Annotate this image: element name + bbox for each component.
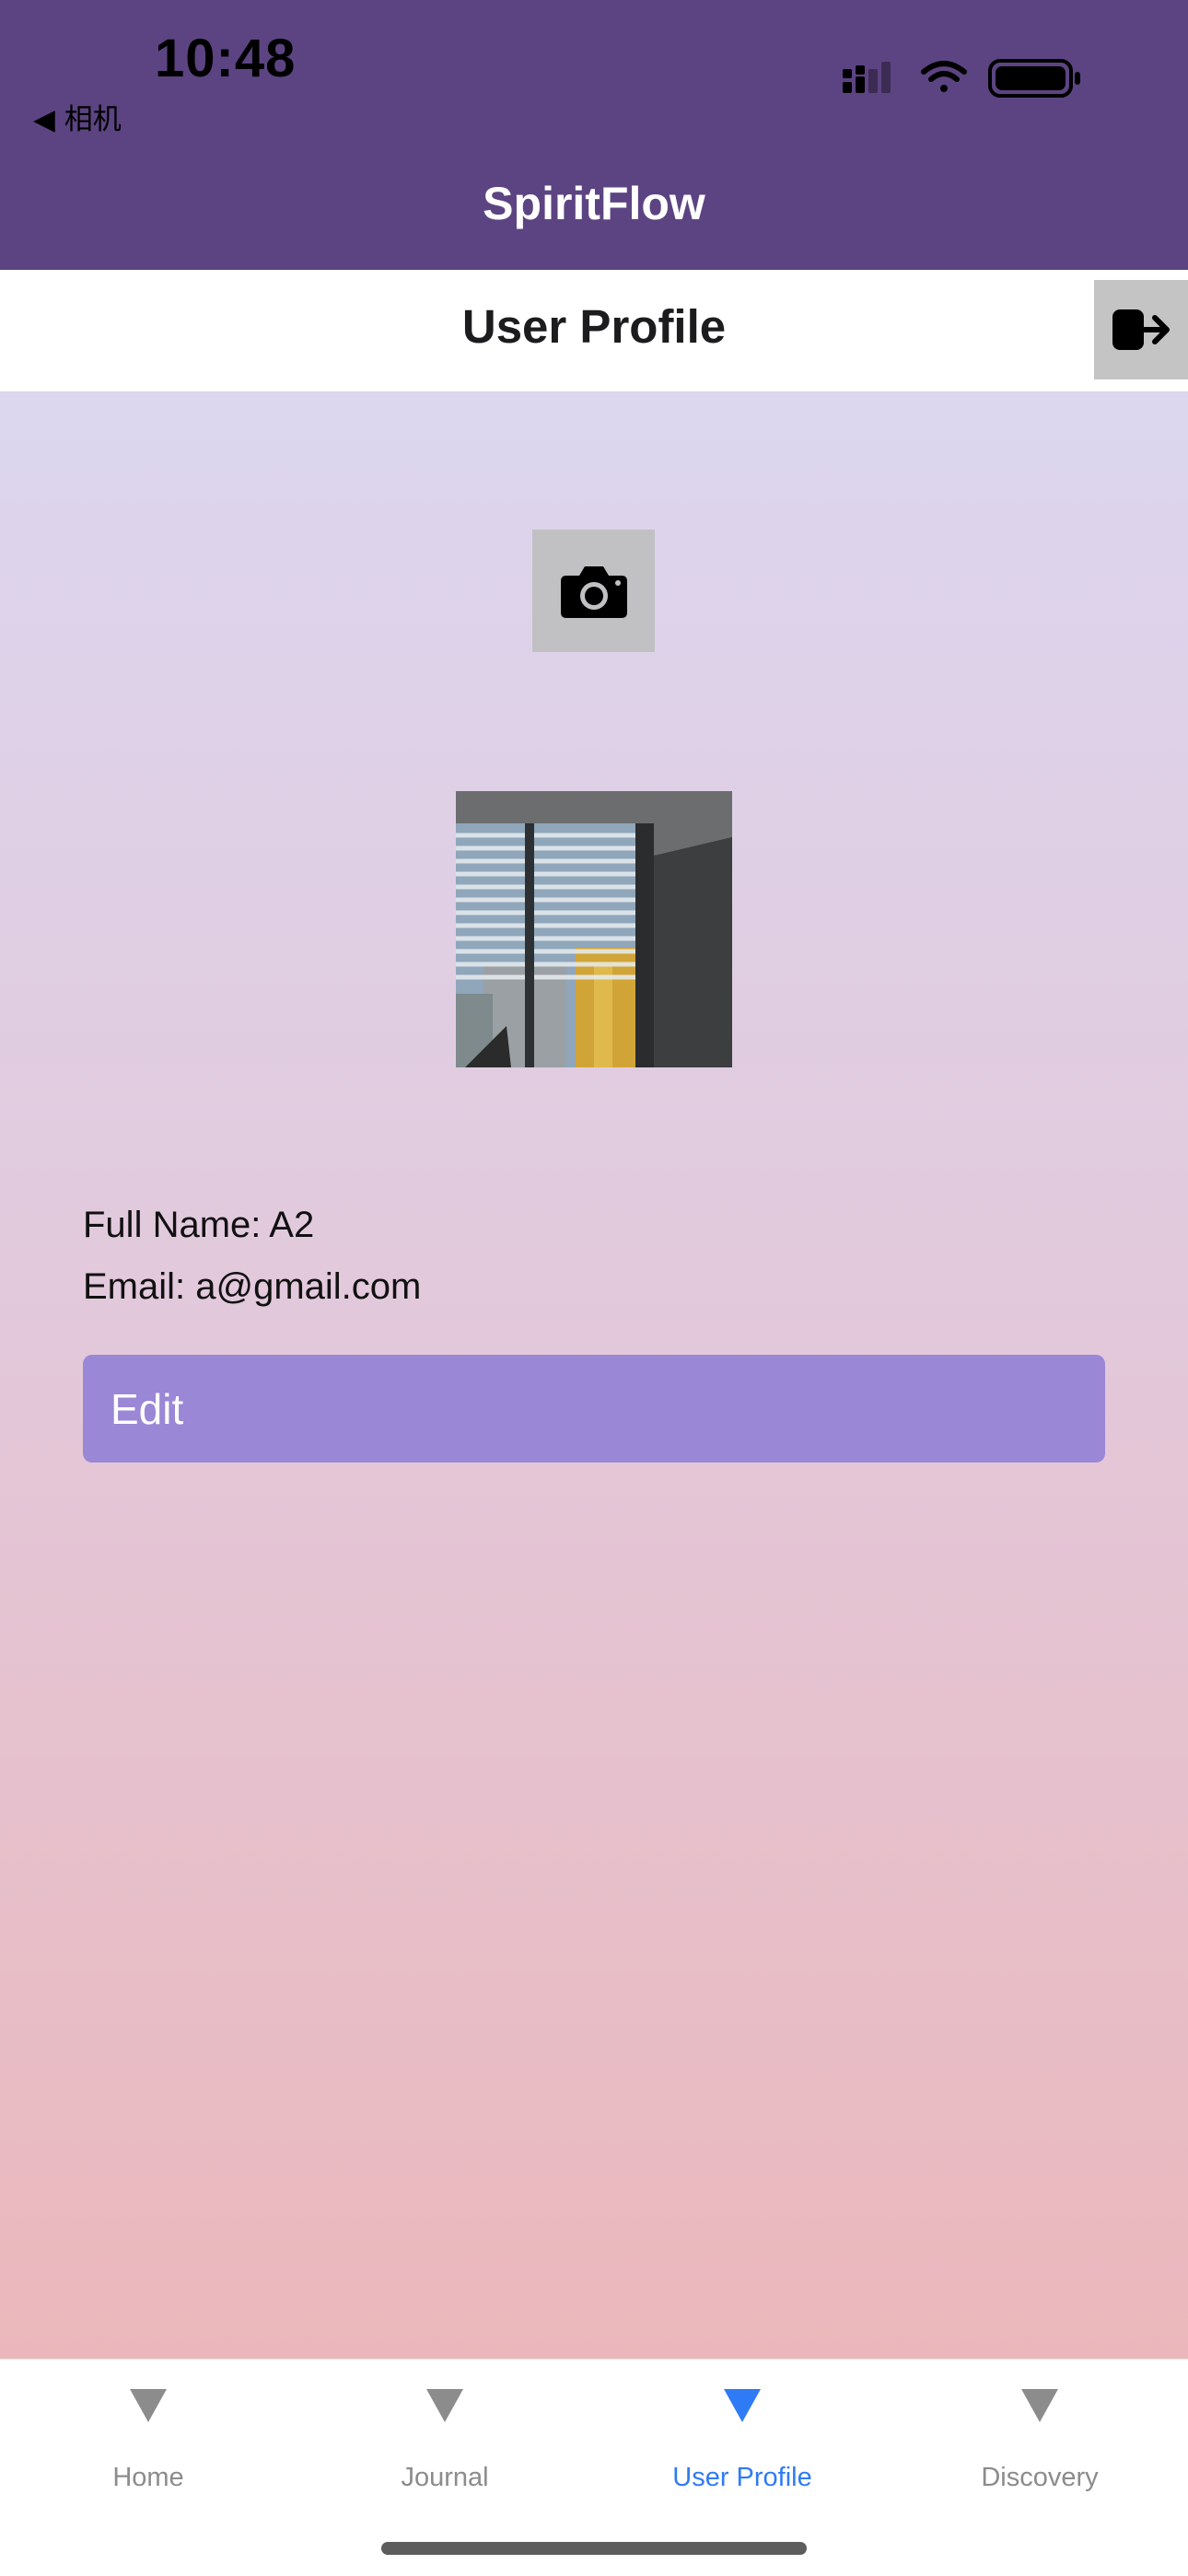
email-text: Email: a@gmail.com <box>83 1266 422 1307</box>
profile-photo[interactable] <box>456 791 732 1067</box>
logout-icon <box>1112 309 1170 350</box>
tab-journal[interactable]: Journal <box>297 2360 593 2507</box>
status-time: 10:48 <box>155 29 297 88</box>
tab-label: Home <box>112 2463 184 2492</box>
tab-label: Journal <box>401 2463 489 2492</box>
tab-home[interactable]: Home <box>0 2360 297 2507</box>
triangle-down-icon <box>724 2389 761 2422</box>
logout-button[interactable] <box>1094 280 1188 379</box>
page-title-bar: User Profile <box>0 270 1188 391</box>
status-icons <box>843 59 1080 98</box>
back-to-camera-link[interactable]: ◀ 相机 <box>33 96 122 137</box>
full-name-text: Full Name: A2 <box>83 1205 315 1245</box>
edit-button[interactable]: Edit <box>83 1355 1105 1463</box>
cellular-signal-icon <box>843 62 891 93</box>
profile-photo-image <box>456 791 732 1067</box>
camera-button[interactable] <box>532 530 655 652</box>
page-title: User Profile <box>461 300 727 353</box>
triangle-down-icon <box>1021 2389 1058 2422</box>
home-indicator[interactable] <box>381 2542 807 2555</box>
camera-icon <box>560 565 627 618</box>
triangle-down-icon <box>426 2389 463 2422</box>
app-title: SpiritFlow <box>483 178 705 229</box>
triangle-down-icon <box>130 2389 167 2422</box>
app-header: 10:48 ◀ 相机 SpiritFlow <box>0 0 1188 270</box>
tab-label: User Profile <box>672 2463 812 2492</box>
tab-label: Discovery <box>981 2463 1099 2492</box>
tab-discovery[interactable]: Discovery <box>891 2360 1188 2507</box>
profile-content: Full Name: A2 Email: a@gmail.com Edit <box>0 391 1188 2359</box>
battery-icon <box>988 59 1080 98</box>
wifi-icon <box>921 61 967 92</box>
edit-button-label: Edit <box>111 1385 184 1433</box>
tab-user-profile[interactable]: User Profile <box>594 2360 891 2507</box>
